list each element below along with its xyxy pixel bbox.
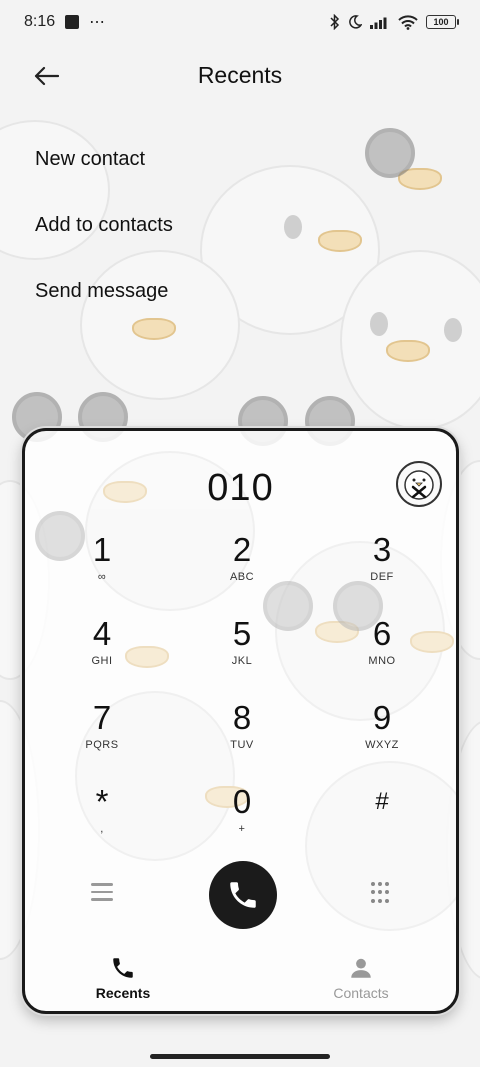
wallpaper-glasses (365, 128, 415, 178)
key-3[interactable]: 3 DEF (332, 531, 432, 601)
wallpaper-eye (284, 215, 302, 239)
tab-recents[interactable]: Recents (63, 955, 183, 1001)
delete-button[interactable] (396, 461, 442, 507)
key-letters: ABC (229, 571, 255, 583)
key-letters: GHI (91, 655, 113, 667)
key-letters: + (238, 823, 246, 835)
key-letters: MNO (368, 655, 396, 667)
key-digit: * (95, 783, 109, 820)
status-time: 8:16 (24, 13, 56, 30)
key-digit: # (375, 788, 389, 815)
key-digit: 0 (232, 783, 252, 820)
key-letters: DEF (370, 571, 394, 583)
key-letters: TUV (230, 739, 254, 751)
options-menu: New contact Add to contacts Send message (35, 142, 173, 340)
key-digit: 3 (372, 531, 392, 568)
key-7[interactable]: 7 PQRS (52, 699, 152, 769)
wallpaper-eye (444, 318, 462, 342)
keypad-dots-icon[interactable] (371, 882, 391, 904)
key-digit: 9 (372, 699, 392, 736)
key-0[interactable]: 0 + (192, 783, 292, 853)
wallpaper-beak (386, 340, 430, 362)
key-digit: 5 (232, 615, 252, 652)
key-digit: 2 (232, 531, 252, 568)
key-letters: , (100, 823, 104, 835)
menu-icon[interactable] (91, 883, 113, 903)
app-header: Recents (0, 50, 480, 100)
call-button[interactable] (209, 861, 277, 929)
key-digit: 1 (92, 531, 112, 568)
battery-level: 100 (433, 17, 449, 27)
key-digit: 8 (232, 699, 252, 736)
more-indicator: ⋯ (89, 14, 106, 31)
wifi-icon (398, 14, 418, 30)
tab-label: Contacts (333, 985, 389, 1001)
tab-contacts[interactable]: Contacts (301, 955, 421, 1001)
key-8[interactable]: 8 TUV (192, 699, 292, 769)
dialed-number: 010 (207, 467, 274, 509)
phone-icon (113, 958, 133, 978)
dialer-controls (25, 861, 456, 931)
wallpaper-eye (370, 312, 388, 336)
notification-square-icon (65, 15, 80, 29)
key-letters: WXYZ (365, 739, 399, 751)
key-star[interactable]: * , (52, 783, 152, 853)
home-indicator[interactable] (150, 1054, 330, 1059)
voicemail-icon: ∞ (97, 571, 107, 583)
signal-icon (370, 17, 387, 29)
moon-icon (349, 15, 362, 29)
key-digit: 4 (92, 615, 112, 652)
page-title: Recents (197, 62, 283, 88)
menu-item-add-to-contacts[interactable]: Add to contacts (35, 208, 173, 274)
key-9[interactable]: 9 WXYZ (332, 699, 432, 769)
key-2[interactable]: 2 ABC (192, 531, 292, 601)
battery-icon: 100 (426, 15, 459, 29)
key-letters: JKL (231, 655, 253, 667)
key-1[interactable]: 1 ∞ (52, 531, 152, 601)
key-digit: 7 (92, 699, 112, 736)
status-bar: 8:16 ⋯ 100 (0, 0, 480, 44)
key-5[interactable]: 5 JKL (192, 615, 292, 685)
person-icon (351, 958, 371, 978)
menu-item-send-message[interactable]: Send message (35, 274, 173, 340)
key-6[interactable]: 6 MNO (332, 615, 432, 685)
status-left: 8:16 ⋯ (24, 12, 105, 32)
dialer-panel: 010 1 ∞ 2 ABC 3 DEF 4 GHI 5 JKL 6 MNO 7 … (22, 428, 459, 1014)
key-letters: PQRS (85, 739, 119, 751)
bottom-tabs: Recents Contacts (25, 955, 456, 1011)
key-hash[interactable]: # (332, 783, 432, 853)
status-right: 100 (330, 14, 459, 30)
chick-delete-icon (404, 470, 434, 500)
phone-icon (230, 882, 256, 908)
wallpaper-beak (318, 230, 362, 252)
menu-item-new-contact[interactable]: New contact (35, 142, 173, 208)
tab-label: Recents (95, 985, 151, 1001)
key-digit: 6 (372, 615, 392, 652)
bluetooth-icon (330, 14, 340, 30)
key-4[interactable]: 4 GHI (52, 615, 152, 685)
